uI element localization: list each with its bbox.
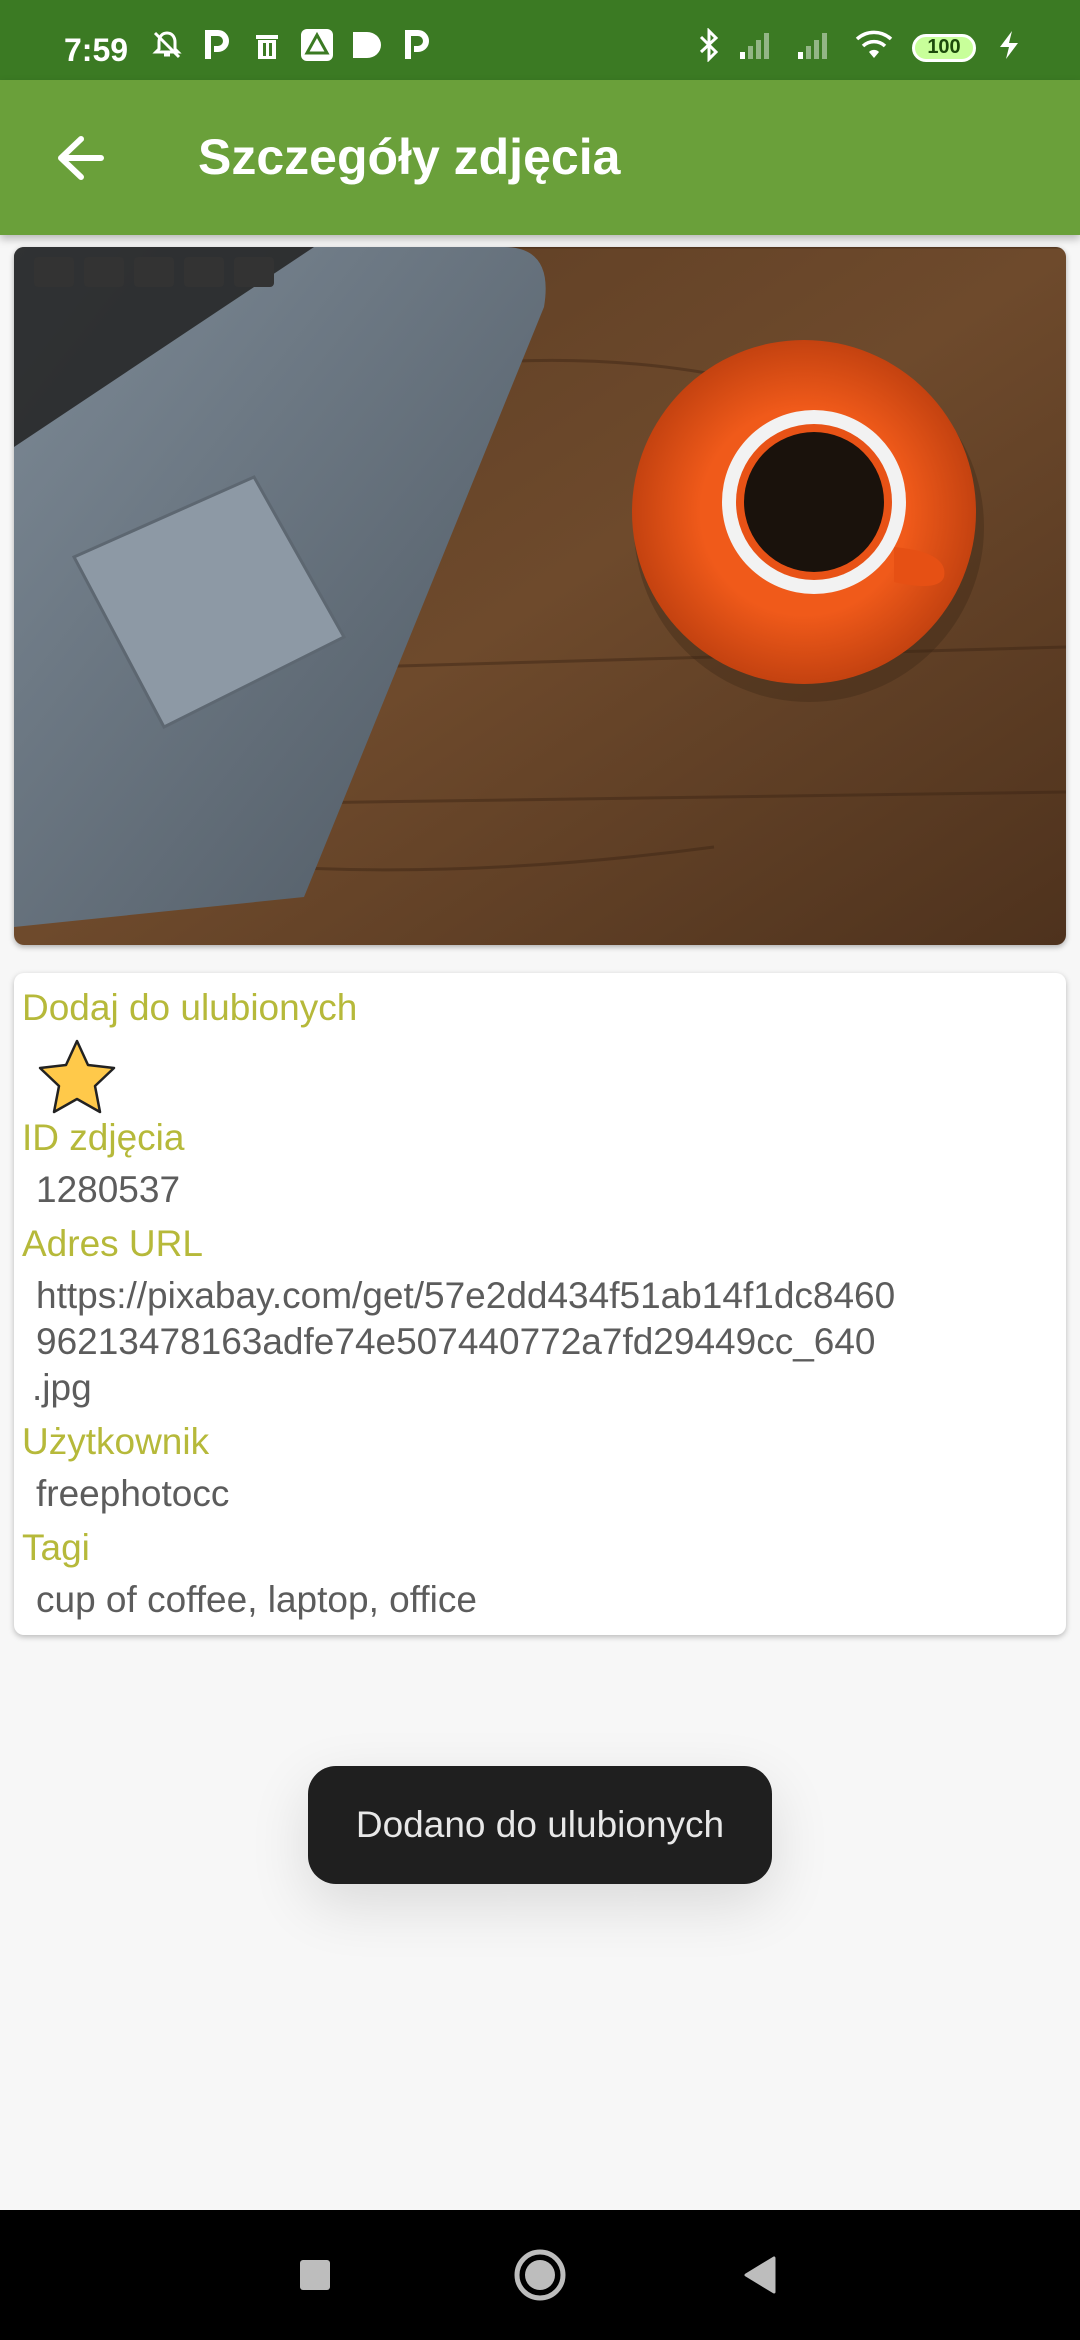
charging-icon [994, 29, 1024, 66]
wifi-icon [854, 30, 894, 65]
back-triangle-icon [744, 2256, 776, 2294]
status-time: 7:59 [64, 32, 129, 68]
app-bar: Szczegóły zdjęcia [0, 80, 1080, 235]
drive-icon [300, 28, 334, 62]
url-value-line-1: https://pixabay.com/get/57e2dd434f51ab14… [36, 1275, 896, 1316]
user-value: freephotocc [36, 1473, 230, 1514]
parking-icon [200, 28, 234, 62]
toast-message: Dodano do ulubionych [308, 1766, 772, 1884]
system-nav-bar [0, 2210, 1080, 2340]
signal-icon [796, 30, 836, 65]
favorite-label: Dodaj do ulubionych [22, 987, 358, 1028]
page-title: Szczegóły zdjęcia [198, 129, 621, 185]
arrow-left-icon [58, 136, 104, 180]
trash-icon [250, 28, 284, 62]
recents-button[interactable] [255, 2210, 375, 2340]
tags-value: cup of coffee, laptop, office [36, 1579, 477, 1620]
bluetooth-icon [698, 27, 720, 67]
toast-text: Dodano do ulubionych [355, 1804, 725, 1845]
play-icon [350, 28, 384, 62]
back-button[interactable] [40, 118, 120, 198]
user-label: Użytkownik [22, 1421, 210, 1462]
favorite-button[interactable] [32, 1033, 122, 1123]
tags-label: Tagi [22, 1527, 90, 1568]
back-nav-button[interactable] [700, 2210, 820, 2340]
signal-icon [738, 30, 778, 65]
photo-image [14, 247, 1066, 945]
home-button[interactable] [480, 2210, 600, 2340]
recents-square-icon [300, 2260, 330, 2290]
url-label: Adres URL [22, 1223, 203, 1264]
status-right-icons: 100 [698, 27, 1024, 67]
details-card: Dodaj do ulubionych ID zdjęcia 1280537 A… [14, 973, 1066, 1635]
id-value: 1280537 [36, 1169, 181, 1210]
home-circle-icon [514, 2249, 566, 2301]
parking-icon [400, 28, 434, 62]
url-value-line-2: 96213478163adfe74e507440772a7fd29449cc_6… [36, 1321, 876, 1362]
star-icon [38, 1039, 116, 1114]
id-label: ID zdjęcia [22, 1117, 185, 1158]
status-bar: 7:59 100 [0, 0, 1080, 80]
bell-off-icon [150, 28, 184, 62]
battery-icon: 100 [912, 33, 976, 62]
url-value-line-3: .jpg [32, 1367, 92, 1408]
battery-level: 100 [927, 36, 961, 58]
status-left-icons [150, 28, 434, 62]
